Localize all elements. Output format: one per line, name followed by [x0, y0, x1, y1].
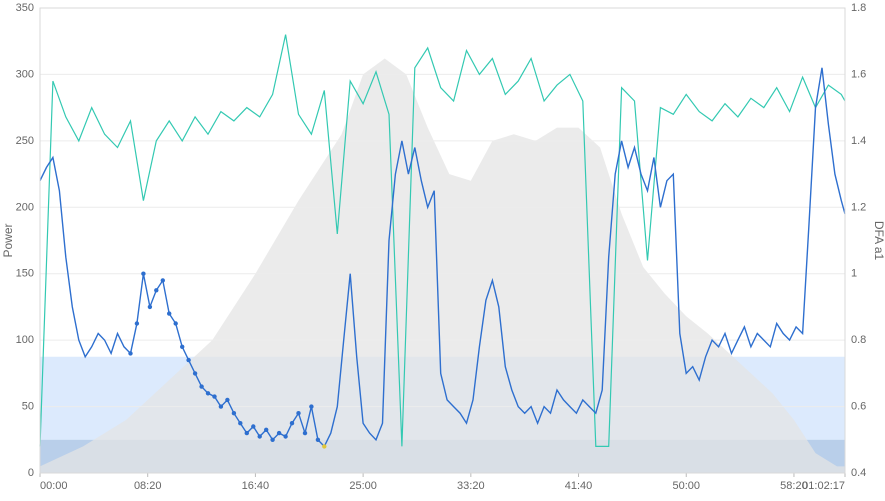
dfa-marker	[225, 398, 229, 402]
dfa-marker	[283, 434, 287, 438]
y-left-axis-title: Power	[1, 223, 15, 257]
dfa-marker	[277, 431, 281, 435]
y-right-tick-label: 1.4	[851, 135, 866, 147]
dfa-marker	[264, 428, 268, 432]
dfa-marker	[167, 311, 171, 315]
x-tick-label: 33:20	[457, 480, 485, 492]
dfa-marker	[296, 411, 300, 415]
dfa-marker	[199, 384, 203, 388]
dfa-marker	[141, 272, 145, 276]
dfa-marker	[245, 431, 249, 435]
x-tick-label: 41:40	[565, 480, 593, 492]
y-right-tick-label: 1	[851, 268, 857, 280]
x-tick-label: 08:20	[134, 480, 162, 492]
y-left-tick-label: 200	[16, 201, 34, 213]
x-tick-label: 00:00	[40, 480, 68, 492]
y-left-tick-label: 300	[16, 68, 34, 80]
y-right-tick-label: 0.4	[851, 467, 866, 479]
dfa-marker	[174, 321, 178, 325]
x-tick-label: 50:00	[672, 480, 700, 492]
dfa-marker	[212, 394, 216, 398]
dfa-marker	[316, 438, 320, 442]
y-left-tick-label: 50	[22, 401, 34, 413]
x-tick-label: 16:40	[242, 480, 270, 492]
dfa-marker	[219, 404, 223, 408]
x-tick-label: 25:00	[349, 480, 377, 492]
y-right-tick-label: 1.8	[851, 2, 866, 14]
y-right-tick-label: 0.8	[851, 334, 866, 346]
dual-axis-line-chart: 00:0008:2016:4025:0033:2041:4050:0058:20…	[0, 0, 885, 501]
dfa-marker	[270, 438, 274, 442]
y-right-tick-label: 1.2	[851, 201, 866, 213]
dfa-marker	[290, 421, 294, 425]
dfa-marker	[309, 404, 313, 408]
y-left-tick-label: 150	[16, 268, 34, 280]
dfa-marker	[251, 424, 255, 428]
y-left-tick-label: 0	[28, 467, 34, 479]
dfa-marker	[258, 434, 262, 438]
y-right-tick-label: 0.6	[851, 401, 866, 413]
dfa-marker	[238, 421, 242, 425]
dfa-marker	[322, 444, 326, 448]
dfa-marker	[148, 305, 152, 309]
dfa-marker	[154, 288, 158, 292]
dfa-marker	[232, 411, 236, 415]
dfa-marker	[303, 431, 307, 435]
y-left-tick-label: 250	[16, 135, 34, 147]
dfa-marker	[161, 278, 165, 282]
dfa-marker	[206, 391, 210, 395]
y-right-tick-label: 1.6	[851, 68, 866, 80]
y-left-tick-label: 100	[16, 334, 34, 346]
dfa-marker	[193, 371, 197, 375]
dfa-marker	[128, 351, 132, 355]
y-right-axis-title: DFA a1	[872, 221, 885, 261]
x-tick-label: 01:02:17	[802, 480, 845, 492]
background-elevation-area	[40, 59, 845, 474]
dfa-marker	[135, 321, 139, 325]
chart-svg[interactable]: 00:0008:2016:4025:0033:2041:4050:0058:20…	[0, 0, 885, 501]
y-left-tick-label: 350	[16, 2, 34, 14]
dfa-marker	[180, 345, 184, 349]
dfa-marker	[186, 358, 190, 362]
